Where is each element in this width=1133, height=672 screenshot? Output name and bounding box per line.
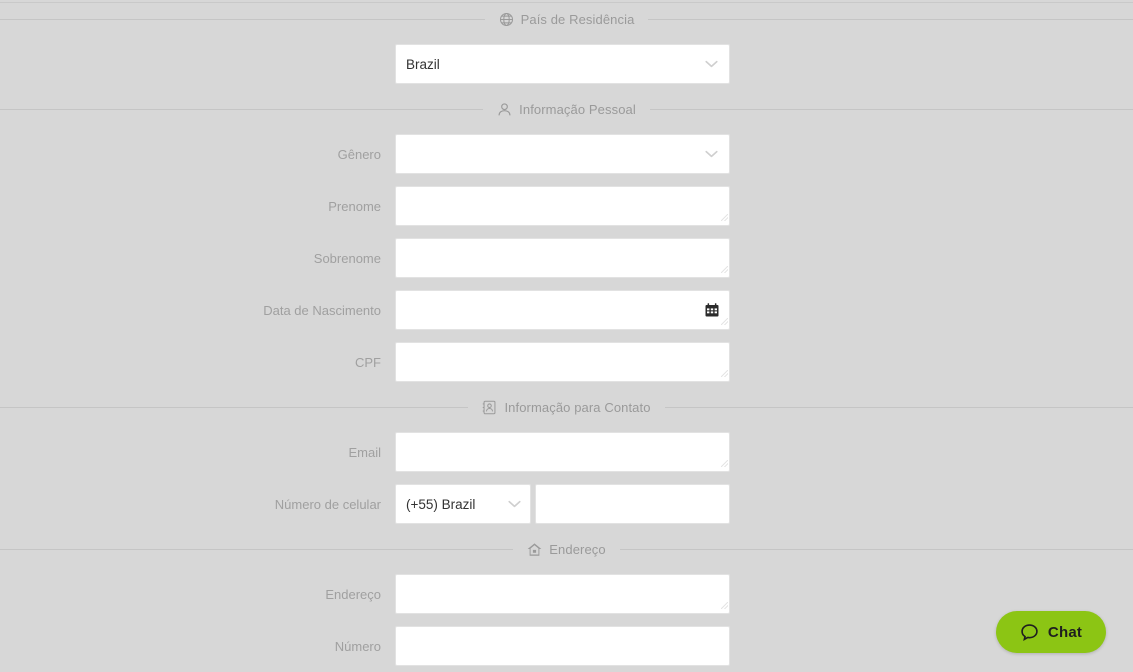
control-birth-date [395, 290, 730, 330]
divider-right [619, 548, 1133, 550]
row-first-name: Prenome [0, 180, 1133, 232]
divider-left [0, 18, 485, 20]
divider-right [649, 108, 1133, 110]
control-country-of-residence: Brazil [395, 44, 730, 84]
chat-bubble-icon [1020, 623, 1039, 642]
phone-input-group: (+55) Brazil [395, 484, 730, 524]
globe-icon [499, 12, 514, 27]
label-last-name: Sobrenome [313, 250, 381, 266]
phone-country-code-value: (+55) Brazil [406, 496, 476, 512]
phone-country-code-select[interactable]: (+55) Brazil [395, 484, 531, 524]
section-title-country: País de Residência [520, 11, 635, 27]
section-legend-country: País de Residência [485, 12, 649, 27]
control-street-number [395, 626, 730, 666]
top-divider [0, 2, 1133, 3]
section-legend-contact: Informação para Contato [468, 400, 664, 415]
fields-country: Brazil [0, 38, 1133, 90]
chat-widget-button[interactable]: Chat [996, 611, 1106, 653]
section-header-personal: Informação Pessoal [0, 90, 1133, 128]
street-number-input[interactable] [395, 626, 730, 666]
divider-left [0, 108, 484, 110]
label-first-name: Prenome [328, 198, 381, 214]
row-last-name: Sobrenome [0, 232, 1133, 284]
country-of-residence-value: Brazil [406, 56, 440, 72]
divider-right [648, 18, 1133, 20]
label-street-address: Endereço [325, 586, 381, 602]
divider-left [0, 548, 514, 550]
row-country-of-residence: Brazil [0, 38, 1133, 90]
country-of-residence-select[interactable]: Brazil [395, 44, 730, 84]
label-street-number: Número [334, 638, 381, 654]
row-cpf: CPF [0, 336, 1133, 388]
control-last-name [395, 238, 730, 278]
row-gender: Gênero [0, 128, 1133, 180]
chevron-down-icon [508, 500, 521, 508]
person-icon [497, 102, 512, 117]
contact-card-icon [482, 400, 497, 415]
birth-date-input[interactable] [395, 290, 730, 330]
label-mobile-number: Número de celular [274, 496, 381, 512]
control-cpf [395, 342, 730, 382]
section-title-contact: Informação para Contato [504, 399, 651, 415]
mobile-number-input[interactable] [535, 484, 730, 524]
label-cpf: CPF [355, 354, 381, 370]
street-address-input[interactable] [395, 574, 730, 614]
control-email [395, 432, 730, 472]
fields-contact: Email Número de celular (+55) Brazil [0, 426, 1133, 530]
section-header-address: Endereço [0, 530, 1133, 568]
email-input[interactable] [395, 432, 730, 472]
divider-right [664, 406, 1133, 408]
label-email: Email [348, 444, 381, 460]
section-legend-address: Endereço [513, 542, 619, 557]
control-gender [395, 134, 730, 174]
section-title-personal: Informação Pessoal [519, 101, 636, 117]
row-mobile-number: Número de celular (+55) Brazil [0, 478, 1133, 530]
chat-widget-label: Chat [1047, 623, 1083, 641]
row-street-address: Endereço [0, 568, 1133, 620]
label-birth-date: Data de Nascimento [263, 302, 381, 318]
last-name-input[interactable] [395, 238, 730, 278]
label-gender: Gênero [337, 146, 381, 162]
cpf-input[interactable] [395, 342, 730, 382]
first-name-input[interactable] [395, 186, 730, 226]
control-street-address [395, 574, 730, 614]
section-title-address: Endereço [549, 541, 606, 557]
fields-personal: Gênero Prenome Sobrenome Data de Nascime… [0, 128, 1133, 388]
section-header-contact: Informação para Contato [0, 388, 1133, 426]
home-icon [527, 542, 542, 557]
row-birth-date: Data de Nascimento [0, 284, 1133, 336]
control-mobile-number: (+55) Brazil [395, 484, 730, 524]
divider-left [0, 406, 469, 408]
fields-address: Endereço Número [0, 568, 1133, 672]
gender-select[interactable] [395, 134, 730, 174]
section-legend-personal: Informação Pessoal [483, 102, 650, 117]
registration-form-page: País de Residência Brazil Informação Pes… [0, 0, 1133, 666]
control-first-name [395, 186, 730, 226]
section-header-country: País de Residência [0, 0, 1133, 38]
row-email: Email [0, 426, 1133, 478]
row-street-number: Número [0, 620, 1133, 672]
